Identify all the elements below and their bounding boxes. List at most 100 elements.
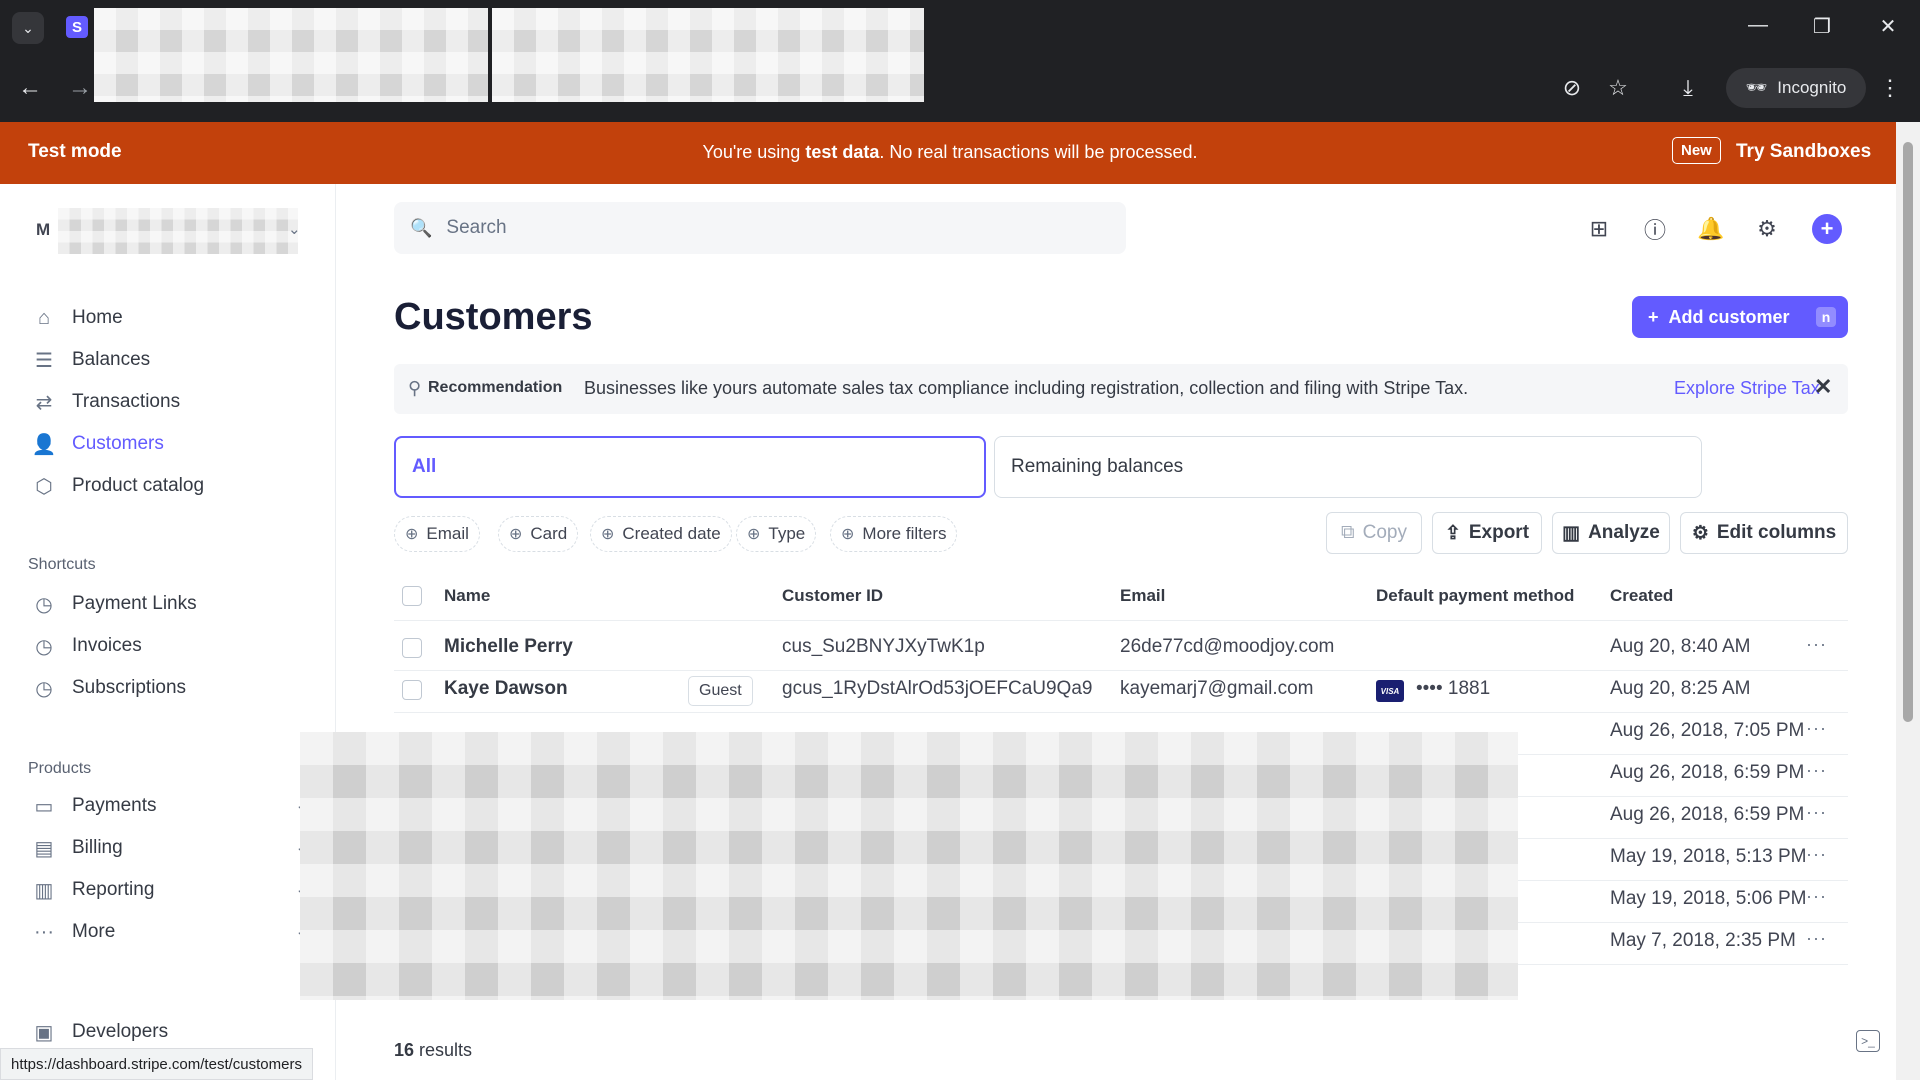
column-header-email[interactable]: Email (1120, 586, 1165, 606)
divider (394, 670, 1848, 671)
plus-circle-icon: ⊕ (601, 526, 615, 543)
row-actions-icon[interactable]: ··· (1806, 928, 1827, 949)
customer-name[interactable]: Kaye Dawson (444, 678, 568, 700)
filter-created-date[interactable]: ⊕ Created date (590, 516, 732, 552)
close-window-icon[interactable]: ✕ (1868, 14, 1908, 39)
gear-icon[interactable]: ⚙ (1750, 212, 1784, 246)
add-customer-button[interactable]: + Add customer n (1632, 296, 1848, 338)
filter-more-filters[interactable]: ⊕ More filters (830, 516, 958, 552)
back-arrow-icon[interactable]: ← (10, 68, 50, 108)
sidebar-item-payments[interactable]: ▭ Payments ⌄ (28, 786, 318, 826)
sidebar-item-balances[interactable]: ☰ Balances (28, 340, 318, 380)
create-plus-icon[interactable]: + (1812, 214, 1842, 244)
analyze-button[interactable]: ▥ Analyze (1552, 512, 1670, 554)
test-data-message: You're using test data. No real transact… (702, 142, 1198, 162)
eye-off-icon[interactable]: ⊘ (1552, 68, 1592, 108)
minimize-icon[interactable]: — (1738, 14, 1778, 37)
transactions-icon: ⇄ (35, 391, 53, 414)
sidebar-item-invoices[interactable]: ◷ Invoices (28, 626, 318, 666)
explore-stripe-tax-link[interactable]: Explore Stripe Tax (1674, 378, 1820, 399)
apps-icon[interactable]: ⊞ (1582, 212, 1616, 246)
row-actions-icon[interactable]: ··· (1806, 886, 1827, 907)
browser-chrome: ⌄ S — ❐ ✕ ← → ⊘ ☆ ⤓ 🕶 Incognito ⋮ (0, 0, 1920, 122)
filter-email[interactable]: ⊕ Email (394, 516, 480, 552)
results-count: 16 results (394, 1040, 473, 1060)
gear-icon: ⚙ (1691, 522, 1709, 544)
created-date: Aug 20, 8:40 AM (1610, 636, 1751, 657)
help-icon[interactable]: ⓘ (1638, 212, 1672, 246)
status-bar-url: https://dashboard.stripe.com/test/custom… (0, 1048, 313, 1080)
stripe-favicon-icon: S (66, 16, 88, 38)
kebab-menu-icon[interactable]: ⋮ (1870, 68, 1910, 108)
sidebar-item-home[interactable]: ⌂ Home (28, 298, 318, 338)
browser-toolbar: ← → ⊘ ☆ ⤓ 🕶 Incognito ⋮ (0, 68, 1920, 108)
star-icon[interactable]: ☆ (1598, 68, 1638, 108)
product-catalog-icon: ⬡ (35, 475, 53, 498)
row-checkbox[interactable] (402, 638, 422, 658)
column-header-name[interactable]: Name (444, 586, 490, 606)
segment-all[interactable]: All (394, 436, 986, 498)
column-header-created[interactable]: Created (1610, 586, 1673, 606)
sidebar-item-more[interactable]: ··· More ⌄ (28, 912, 318, 952)
sidebar-item-reporting[interactable]: ▥ Reporting ⌄ (28, 870, 318, 910)
customer-name[interactable]: Michelle Perry (444, 636, 573, 658)
close-icon[interactable]: ✕ (1814, 374, 1832, 400)
copy-icon: ⧉ (1341, 522, 1355, 543)
created-date: May 19, 2018, 5:06 PM (1610, 888, 1807, 909)
test-mode-banner: Test mode You're using test data. No rea… (0, 122, 1920, 184)
guest-badge: Guest (688, 676, 753, 706)
clock-icon: ◷ (35, 677, 53, 700)
download-icon[interactable]: ⤓ (1668, 68, 1708, 108)
export-button[interactable]: ⇪ Export (1432, 512, 1542, 554)
created-date: May 19, 2018, 5:13 PM (1610, 846, 1807, 867)
account-switcher[interactable]: M ⌄ (28, 208, 308, 254)
edit-columns-button[interactable]: ⚙ Edit columns (1680, 512, 1848, 554)
created-date: Aug 26, 2018, 6:59 PM (1610, 804, 1805, 825)
select-all-checkbox[interactable] (402, 586, 422, 606)
sidebar-item-product-catalog[interactable]: ⬡ Product catalog (28, 466, 318, 506)
page-scrollbar[interactable] (1896, 122, 1920, 1080)
export-icon: ⇪ (1444, 522, 1461, 544)
sidebar-item-payment-links[interactable]: ◷ Payment Links (28, 584, 318, 624)
restore-icon[interactable]: ❐ (1802, 14, 1842, 39)
terminal-icon[interactable]: >_ (1856, 1030, 1880, 1052)
row-actions-icon[interactable]: ··· (1806, 760, 1827, 781)
sidebar-item-billing[interactable]: ▤ Billing ⌄ (28, 828, 318, 868)
created-date: Aug 26, 2018, 6:59 PM (1610, 762, 1805, 783)
sidebar-item-developers[interactable]: ▣ Developers (28, 1012, 318, 1052)
bell-icon[interactable]: 🔔 (1694, 212, 1728, 246)
sidebar-item-subscriptions[interactable]: ◷ Subscriptions (28, 668, 318, 708)
forward-arrow-icon[interactable]: → (60, 68, 100, 108)
sidebar: M ⌄ ⌂ Home ☰ Balances ⇄ Transactions 👤 C… (0, 184, 336, 1080)
redacted-account-name (58, 208, 298, 254)
incognito-indicator[interactable]: 🕶 Incognito (1726, 68, 1866, 108)
row-checkbox[interactable] (402, 680, 422, 700)
created-date: May 7, 2018, 2:35 PM (1610, 930, 1796, 951)
search-input[interactable]: 🔍 Search (394, 202, 1126, 254)
column-header-customer-id[interactable]: Customer ID (782, 586, 883, 606)
customer-id: cus_Su2BNYJXyTwK1p (782, 636, 985, 657)
visa-card-icon: VISA (1376, 680, 1404, 702)
filter-card[interactable]: ⊕ Card (498, 516, 579, 552)
keyboard-shortcut-badge: n (1816, 307, 1836, 327)
copy-button[interactable]: ⧉ Copy (1326, 512, 1422, 554)
incognito-label: Incognito (1777, 78, 1847, 97)
account-initial: M (36, 220, 51, 239)
sidebar-item-transactions[interactable]: ⇄ Transactions (28, 382, 318, 422)
payments-icon: ▭ (34, 795, 54, 818)
plus-icon: + (1648, 306, 1659, 327)
row-actions-icon[interactable]: ··· (1806, 634, 1827, 655)
sidebar-item-customers[interactable]: 👤 Customers (28, 424, 318, 464)
chevron-down-icon: ⌄ (288, 221, 301, 238)
segment-remaining-balances[interactable]: Remaining balances (994, 436, 1702, 498)
customer-email: 26de77cd@moodjoy.com (1120, 636, 1335, 657)
lightbulb-icon: ⚲ (408, 378, 422, 398)
tab-search-button[interactable]: ⌄ (12, 12, 44, 44)
row-actions-icon[interactable]: ··· (1806, 718, 1827, 739)
try-sandboxes-link[interactable]: Try Sandboxes (1736, 141, 1871, 163)
scrollbar-thumb[interactable] (1903, 142, 1913, 722)
filter-type[interactable]: ⊕ Type (736, 516, 817, 552)
row-actions-icon[interactable]: ··· (1806, 802, 1827, 823)
column-header-payment-method[interactable]: Default payment method (1376, 586, 1574, 606)
row-actions-icon[interactable]: ··· (1806, 844, 1827, 865)
